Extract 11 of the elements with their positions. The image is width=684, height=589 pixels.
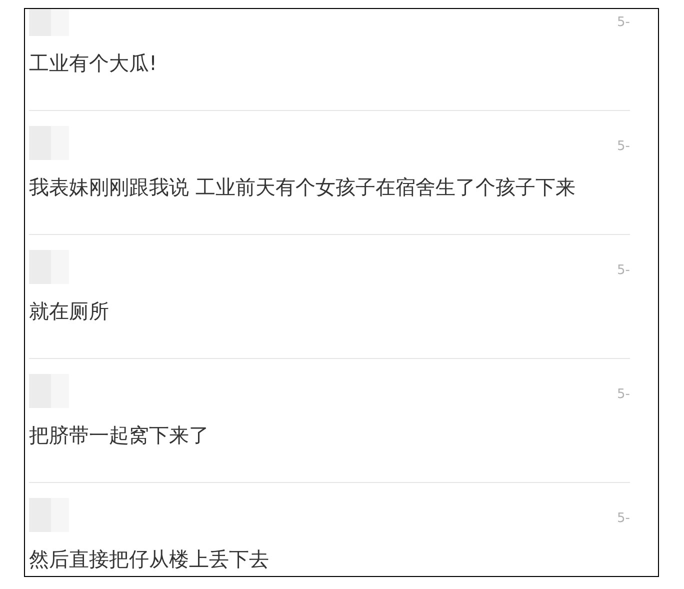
message-text: 我表妹刚刚跟我说 工业前天有个女孩子在宿舍生了个孩子下来 <box>29 175 576 199</box>
message-text: 然后直接把仔从楼上丢下去 <box>29 547 270 571</box>
message-date: 5- <box>617 14 630 32</box>
message-text: 把脐带一起窝下来了 <box>29 423 210 447</box>
message-text: 就在厕所 <box>29 299 110 323</box>
message-date: 5- <box>617 262 630 280</box>
message-date: 5- <box>617 510 630 528</box>
message-text: 工业有个大瓜! <box>29 51 158 75</box>
message-date: 5- <box>617 138 630 156</box>
message-date: 5- <box>617 386 630 404</box>
redacted-name <box>29 9 69 36</box>
